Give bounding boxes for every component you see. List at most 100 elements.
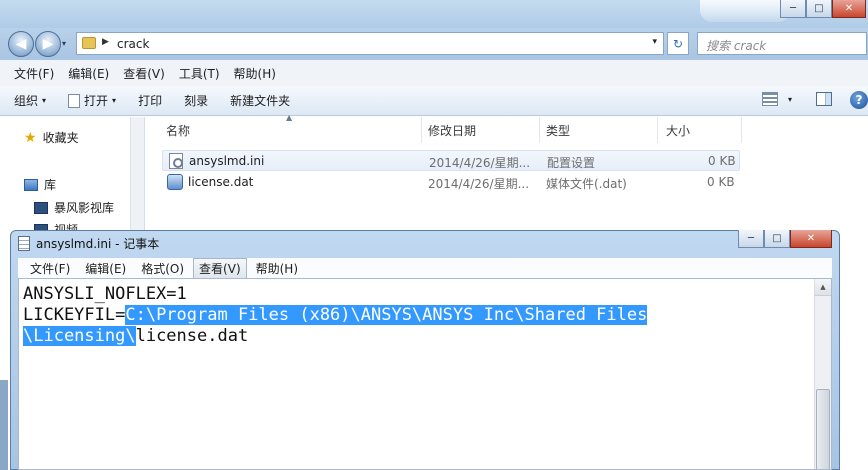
file-name: ansyslmd.ini bbox=[189, 154, 265, 168]
column-header-modified[interactable]: 修改日期 bbox=[422, 117, 540, 143]
np-menu-help[interactable]: 帮助(H) bbox=[250, 258, 304, 279]
notepad-titlebar: ansyslmd.ini - 记事本 bbox=[18, 233, 159, 253]
new-folder-label: 新建文件夹 bbox=[230, 94, 291, 108]
text-line-2-prefix: LICKEYFIL= bbox=[23, 305, 126, 325]
notepad-title: ansyslmd.ini - 记事本 bbox=[36, 236, 160, 251]
chevron-down-icon: ▾ bbox=[788, 94, 793, 104]
np-menu-file[interactable]: 文件(F) bbox=[24, 258, 76, 279]
media-file-icon bbox=[167, 174, 183, 190]
nav-storm-video[interactable]: 暴风影视库 bbox=[34, 199, 114, 216]
np-menu-format[interactable]: 格式(O) bbox=[135, 258, 190, 279]
address-input[interactable]: ▶ crack ▾ bbox=[76, 32, 664, 55]
column-name-label: 名称 bbox=[166, 123, 191, 138]
column-header-type[interactable]: 类型 bbox=[540, 117, 658, 143]
print-label: 打印 bbox=[138, 94, 163, 108]
text-line-3-rest: license.dat bbox=[135, 326, 249, 346]
burn-button[interactable]: 刻录 bbox=[184, 92, 208, 109]
open-label: 打开 bbox=[84, 94, 109, 108]
scroll-thumb[interactable] bbox=[816, 389, 830, 469]
column-header-name[interactable]: 名称 bbox=[146, 117, 422, 143]
new-folder-button[interactable]: 新建文件夹 bbox=[230, 92, 290, 109]
star-icon: ★ bbox=[24, 129, 37, 146]
column-header-size[interactable]: 大小 bbox=[658, 117, 742, 143]
nav-libraries-label: 库 bbox=[44, 178, 57, 192]
nav-storm-video-label: 暴风影视库 bbox=[54, 201, 115, 215]
preview-pane-icon bbox=[816, 92, 832, 106]
chevron-down-icon: ▾ bbox=[112, 96, 117, 105]
library-icon bbox=[24, 178, 38, 191]
titlebar-glow bbox=[700, 0, 790, 22]
explorer-toolbar: 组织 ▾ 打开 ▾ 打印 刻录 新建文件夹 ▾ ? bbox=[0, 86, 868, 116]
notepad-close-button[interactable]: ✕ bbox=[790, 230, 832, 248]
menu-edit[interactable]: 编辑(E) bbox=[62, 65, 115, 82]
refresh-button[interactable]: ↻ bbox=[667, 32, 689, 55]
preview-pane-button[interactable] bbox=[816, 92, 832, 106]
table-row[interactable]: ansyslmd.ini 2014/4/26/星期... 配置设置 0 KB bbox=[162, 150, 740, 171]
help-icon: ? bbox=[850, 91, 868, 109]
notepad-minimize-button[interactable]: ─ bbox=[738, 230, 764, 248]
menu-tools[interactable]: 工具(T) bbox=[173, 65, 226, 82]
open-button[interactable]: 打开 ▾ bbox=[68, 92, 116, 109]
document-icon bbox=[68, 93, 81, 108]
notepad-vertical-scrollbar[interactable]: ▲ bbox=[814, 279, 831, 469]
settings-file-icon bbox=[169, 153, 183, 169]
notepad-text-area[interactable]: ANSYSLI_NOFLEX=1 LICKEYFIL=C:\Program Fi… bbox=[18, 278, 832, 470]
notepad-caption-buttons: ─ □ ✕ bbox=[738, 230, 832, 248]
nav-favorites-label: 收藏夹 bbox=[42, 131, 79, 145]
view-options-button[interactable]: ▾ bbox=[762, 92, 792, 106]
print-button[interactable]: 打印 bbox=[138, 92, 162, 109]
scroll-up-icon[interactable]: ▲ bbox=[815, 279, 831, 296]
menu-help[interactable]: 帮助(H) bbox=[228, 65, 282, 82]
selected-text: \Licensing\ bbox=[23, 326, 136, 346]
search-placeholder: 搜索 crack bbox=[706, 39, 767, 53]
view-list-icon bbox=[762, 92, 778, 106]
file-name: license.dat bbox=[188, 175, 254, 189]
column-size-label: 大小 bbox=[666, 123, 691, 138]
recent-pages-dropdown[interactable]: ▾ bbox=[62, 39, 66, 48]
search-input[interactable]: 搜索 crack bbox=[697, 32, 867, 55]
notepad-window: ansyslmd.ini - 记事本 ─ □ ✕ 文件(F) 编辑(E) 格式(… bbox=[10, 230, 840, 470]
column-modified-label: 修改日期 bbox=[428, 123, 477, 138]
nav-favorites[interactable]: ★ 收藏夹 bbox=[24, 129, 79, 146]
address-dropdown-icon[interactable]: ▾ bbox=[652, 37, 657, 47]
organize-button[interactable]: 组织 ▾ bbox=[14, 92, 46, 109]
text-content[interactable]: ANSYSLI_NOFLEX=1 LICKEYFIL=C:\Program Fi… bbox=[23, 284, 813, 347]
explorer-titlebar: ─ □ ✕ bbox=[0, 0, 868, 28]
help-button[interactable]: ? bbox=[850, 91, 868, 109]
menu-file[interactable]: 文件(F) bbox=[8, 65, 60, 82]
selected-text: C:\Program Files (x86)\ANSYS\ANSYS Inc\S… bbox=[125, 305, 648, 325]
refresh-icon: ↻ bbox=[672, 36, 684, 51]
breadcrumb-separator-icon[interactable]: ▶ bbox=[102, 37, 109, 47]
explorer-menubar: 文件(F) 编辑(E) 查看(V) 工具(T) 帮助(H) bbox=[0, 60, 868, 86]
file-modified: 2014/4/26/星期... bbox=[429, 156, 531, 170]
menu-view[interactable]: 查看(V) bbox=[117, 65, 171, 82]
np-menu-view[interactable]: 查看(V) bbox=[193, 257, 247, 279]
folder-icon bbox=[82, 37, 96, 49]
window-edge bbox=[0, 380, 8, 470]
forward-button[interactable]: ▶ bbox=[35, 31, 61, 57]
minimize-button[interactable]: ─ bbox=[780, 0, 806, 18]
chevron-down-icon: ▾ bbox=[42, 96, 47, 105]
file-type: 媒体文件(.dat) bbox=[546, 177, 627, 191]
burn-label: 刻录 bbox=[184, 94, 209, 108]
nav-scrollbar[interactable] bbox=[130, 117, 144, 237]
close-button[interactable]: ✕ bbox=[832, 0, 866, 18]
address-bar-area: ◀ ▶ ▾ ▶ crack ▾ ↻ 搜索 crack bbox=[0, 28, 868, 60]
notepad-icon bbox=[18, 235, 30, 251]
back-arrow-icon: ◀ bbox=[15, 36, 27, 52]
column-type-label: 类型 bbox=[546, 123, 571, 138]
explorer-caption-buttons: ─ □ ✕ bbox=[780, 0, 866, 18]
maximize-button[interactable]: □ bbox=[806, 0, 832, 18]
np-menu-edit[interactable]: 编辑(E) bbox=[79, 258, 132, 279]
back-button[interactable]: ◀ bbox=[8, 31, 34, 57]
nav-libraries[interactable]: 库 bbox=[24, 176, 56, 193]
file-modified: 2014/4/26/星期... bbox=[428, 177, 530, 191]
table-row[interactable]: license.dat 2014/4/26/星期... 媒体文件(.dat) 0… bbox=[162, 172, 740, 193]
video-library-icon bbox=[34, 201, 48, 214]
organize-label: 组织 bbox=[14, 94, 39, 108]
forward-arrow-icon: ▶ bbox=[42, 36, 54, 52]
notepad-maximize-button[interactable]: □ bbox=[764, 230, 790, 248]
text-line-1: ANSYSLI_NOFLEX=1 bbox=[23, 284, 187, 304]
breadcrumb-crack[interactable]: crack bbox=[117, 37, 149, 51]
file-size: 0 KB bbox=[707, 175, 735, 189]
